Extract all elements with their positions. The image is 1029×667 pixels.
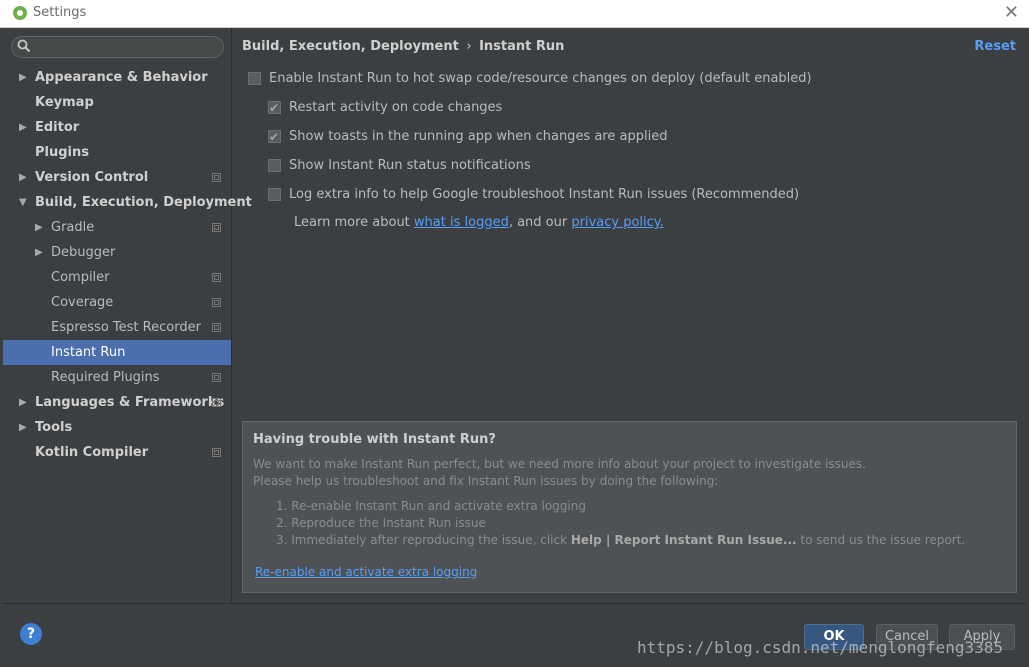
- sidebar-item[interactable]: Kotlin Compiler: [3, 440, 231, 465]
- learn-more-prefix: Learn more about: [294, 215, 414, 230]
- collapsed-arrow-icon[interactable]: ▶: [35, 240, 43, 265]
- privacy-policy-link[interactable]: privacy policy.: [571, 215, 663, 230]
- option-label: Enable Instant Run to hot swap code/reso…: [269, 71, 812, 86]
- reset-link[interactable]: Reset: [974, 39, 1016, 54]
- sidebar-item-label: Required Plugins: [51, 370, 160, 385]
- sidebar-item-label: Instant Run: [51, 345, 126, 360]
- sidebar-item[interactable]: Coverage: [3, 290, 231, 315]
- trouble-line-2: Please help us troubleshoot and fix Inst…: [253, 474, 719, 488]
- trouble-step: 2. Reproduce the Instant Run issue: [276, 516, 486, 530]
- help-icon[interactable]: ?: [20, 623, 42, 645]
- step3-menu-path: Help | Report Instant Run Issue...: [570, 533, 797, 547]
- sidebar-item[interactable]: Required Plugins: [3, 365, 231, 390]
- option-label: Restart activity on code changes: [289, 100, 503, 115]
- sidebar-item[interactable]: Espresso Test Recorder: [3, 315, 231, 340]
- sidebar-item[interactable]: ▼ Build, Execution, Deployment: [3, 190, 252, 215]
- sidebar-item[interactable]: Compiler: [3, 265, 231, 290]
- sidebar-item[interactable]: ▶ Editor: [3, 115, 231, 140]
- project-config-icon: [212, 298, 221, 307]
- sidebar-item-label: Coverage: [51, 295, 114, 310]
- watermark-text: https://blog.csdn.net/menglongfeng3385: [637, 638, 1004, 657]
- trouble-line-1: We want to make Instant Run perfect, but…: [253, 457, 866, 471]
- sidebar-item-label: Editor: [35, 120, 80, 135]
- settings-dialog: ▶ Appearance & Behavior Keymap ▶ Editor Plugi…: [3, 28, 1026, 665]
- sidebar: ▶ Appearance & Behavior Keymap ▶ Editor Plugi…: [3, 28, 252, 602]
- collapsed-arrow-icon[interactable]: ▶: [19, 415, 27, 440]
- learn-more-middle: , and our: [508, 215, 572, 230]
- search-box[interactable]: [11, 36, 224, 58]
- sidebar-item-label: Build, Execution, Deployment: [35, 195, 252, 210]
- trouble-steps: 1. Re-enable Instant Run and activate ex…: [276, 498, 965, 549]
- sidebar-item-label: Keymap: [35, 95, 94, 110]
- project-config-icon: [212, 398, 221, 407]
- what-is-logged-link[interactable]: what is logged: [414, 215, 509, 230]
- checkbox-restart-activity[interactable]: [268, 99, 281, 117]
- breadcrumb-separator: ›: [466, 39, 472, 54]
- checkbox-log-extra-info[interactable]: [268, 188, 281, 201]
- title-bar: Settings ✕: [0, 0, 1029, 28]
- trouble-step: 1. Re-enable Instant Run and activate ex…: [276, 499, 586, 513]
- collapsed-arrow-icon[interactable]: ▶: [35, 215, 43, 240]
- collapsed-arrow-icon[interactable]: ▶: [19, 165, 27, 190]
- project-config-icon: [212, 173, 221, 182]
- sidebar-item-label: Tools: [35, 420, 73, 435]
- sidebar-item-label: Kotlin Compiler: [35, 445, 149, 460]
- search-input[interactable]: [36, 38, 220, 56]
- expanded-arrow-icon[interactable]: ▼: [19, 190, 27, 215]
- sidebar-item[interactable]: ▶ Debugger: [3, 240, 231, 265]
- android-studio-icon: [13, 6, 27, 20]
- breadcrumb-current: Instant Run: [479, 39, 565, 54]
- sidebar-item[interactable]: ▶ Gradle: [3, 215, 231, 240]
- window-title: Settings: [33, 5, 87, 20]
- project-config-icon: [212, 223, 221, 232]
- breadcrumb: Build, Execution, Deployment › Instant R…: [242, 39, 564, 54]
- settings-tree: ▶ Appearance & Behavior Keymap ▶ Editor Plugi…: [3, 65, 252, 465]
- sidebar-item[interactable]: ▶ Languages & Frameworks: [3, 390, 231, 415]
- sidebar-item-label: Version Control: [35, 170, 149, 185]
- trouble-heading: Having trouble with Instant Run?: [253, 432, 496, 447]
- project-config-icon: [212, 448, 221, 457]
- sidebar-item[interactable]: ▶ Tools: [3, 415, 231, 440]
- breadcrumb-parent: Build, Execution, Deployment: [242, 39, 459, 54]
- step3-suffix: to send us the issue report.: [796, 533, 966, 547]
- project-config-icon: [212, 273, 221, 282]
- sidebar-item-label: Appearance & Behavior: [35, 70, 208, 85]
- option-label: Log extra info to help Google troublesho…: [289, 187, 800, 202]
- sidebar-item[interactable]: Keymap: [3, 90, 231, 115]
- checkbox-show-toasts[interactable]: [268, 128, 281, 146]
- trouble-step: 3. Immediately after reproducing the iss…: [276, 532, 965, 549]
- checkbox-enable-instant-run[interactable]: [248, 72, 261, 85]
- trouble-panel: Having trouble with Instant Run? We want…: [242, 421, 1017, 593]
- project-config-icon: [212, 373, 221, 382]
- checkbox-status-notifications[interactable]: [268, 159, 281, 172]
- sidebar-item-label: Gradle: [51, 220, 95, 235]
- sidebar-item-label: Languages & Frameworks: [35, 395, 225, 410]
- collapsed-arrow-icon[interactable]: ▶: [19, 390, 27, 415]
- sidebar-item-label: Debugger: [51, 245, 116, 260]
- learn-more-text: Learn more about what is logged, and our…: [294, 215, 664, 230]
- collapsed-arrow-icon[interactable]: ▶: [19, 115, 27, 140]
- main-panel: Build, Execution, Deployment › Instant R…: [232, 28, 1026, 602]
- sidebar-item-label: Plugins: [35, 145, 89, 160]
- sidebar-item[interactable]: ▶ Version Control: [3, 165, 231, 190]
- sidebar-item-label: Espresso Test Recorder: [51, 320, 201, 335]
- option-label: Show Instant Run status notifications: [289, 158, 531, 173]
- step3-prefix: 3. Immediately after reproducing the iss…: [276, 533, 571, 547]
- option-label: Show toasts in the running app when chan…: [289, 129, 668, 144]
- trouble-description: We want to make Instant Run perfect, but…: [253, 456, 866, 490]
- collapsed-arrow-icon[interactable]: ▶: [19, 65, 27, 90]
- project-config-icon: [212, 323, 221, 332]
- sidebar-item[interactable]: ▶ Appearance & Behavior: [3, 65, 231, 90]
- sidebar-item[interactable]: Plugins: [3, 140, 231, 165]
- sidebar-item[interactable]: Instant Run: [3, 340, 231, 365]
- reenable-logging-link[interactable]: Re-enable and activate extra logging: [255, 565, 477, 579]
- search-icon: [17, 39, 31, 53]
- sidebar-item-label: Compiler: [51, 270, 110, 285]
- close-icon[interactable]: ✕: [1004, 2, 1019, 23]
